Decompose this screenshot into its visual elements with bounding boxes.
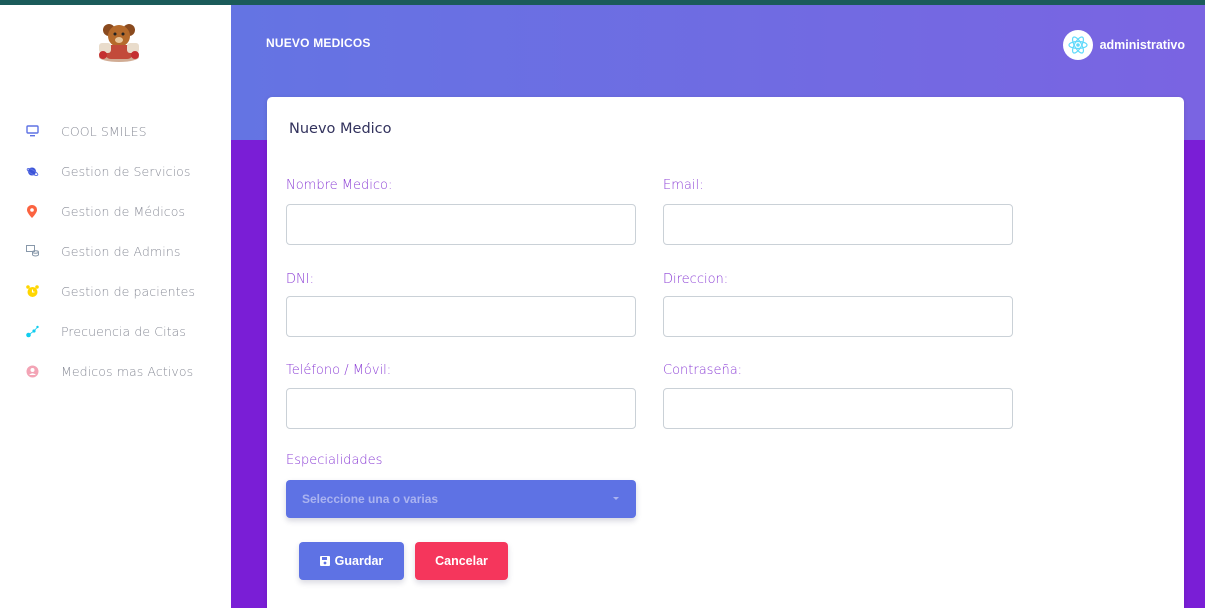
- sidebar-item-label: Precuencia de Citas: [61, 323, 187, 339]
- sidebar-item-label: Gestion de pacientes: [61, 283, 196, 299]
- chart-icon: [25, 324, 39, 338]
- nombre-input[interactable]: [286, 204, 636, 245]
- sidebar-item-pacientes[interactable]: Gestion de pacientes: [0, 271, 231, 311]
- sidebar-item-medicos[interactable]: Gestion de Médicos: [0, 191, 231, 231]
- monitor-icon: [25, 124, 39, 138]
- user-name: administrativo: [1099, 38, 1185, 52]
- top-strip: [0, 0, 1205, 5]
- dni-label: DNI:: [286, 272, 314, 287]
- sidebar-nav: COOL SMILES Gestion de Servicios Gestion…: [0, 111, 231, 391]
- user-icon: [25, 364, 39, 378]
- sidebar-item-servicios[interactable]: Gestion de Servicios: [0, 151, 231, 191]
- pin-icon: [25, 204, 39, 218]
- select-placeholder: Seleccione una o varias: [302, 492, 439, 506]
- password-label: Contraseña:: [663, 363, 743, 378]
- teddy-bear-logo[interactable]: [93, 21, 145, 63]
- card-title: Nuevo Medico: [289, 121, 392, 137]
- sidebar-item-admins[interactable]: Gestion de Admins: [0, 231, 231, 271]
- sidebar: COOL SMILES Gestion de Servicios Gestion…: [0, 5, 231, 608]
- user-menu[interactable]: administrativo: [1062, 30, 1185, 60]
- admin-icon: [25, 244, 39, 258]
- planet-icon: [25, 164, 39, 178]
- alarm-icon: [25, 284, 39, 298]
- save-button[interactable]: Guardar: [299, 542, 404, 580]
- especialidades-label: Especialidades: [286, 453, 383, 468]
- dni-input[interactable]: [286, 296, 636, 337]
- sidebar-item-label: Medicos mas Activos: [61, 363, 194, 379]
- password-input[interactable]: [663, 388, 1013, 429]
- cancel-button[interactable]: Cancelar: [415, 542, 508, 580]
- sidebar-item-label: COOL SMILES: [61, 123, 147, 139]
- sidebar-item-label: Gestion de Médicos: [61, 203, 186, 219]
- sidebar-item-cool-smiles[interactable]: COOL SMILES: [0, 111, 231, 151]
- cancel-button-label: Cancelar: [435, 554, 488, 568]
- sidebar-item-label: Gestion de Admins: [61, 243, 181, 259]
- especialidades-select[interactable]: Seleccione una o varias: [286, 480, 636, 518]
- email-label: Email:: [663, 178, 704, 193]
- telefono-input[interactable]: [286, 388, 636, 429]
- floppy-disk-icon: [319, 556, 330, 566]
- sidebar-item-activos[interactable]: Medicos mas Activos: [0, 351, 231, 391]
- telefono-label: Teléfono / Móvil:: [286, 363, 392, 378]
- sidebar-item-citas[interactable]: Precuencia de Citas: [0, 311, 231, 351]
- caret-down-icon: [613, 497, 619, 500]
- direccion-label: Direccion:: [663, 272, 729, 287]
- nombre-label: Nombre Medico:: [286, 178, 393, 193]
- save-button-label: Guardar: [334, 554, 384, 568]
- sidebar-item-label: Gestion de Servicios: [61, 163, 191, 179]
- react-atom-icon: [1067, 36, 1088, 54]
- avatar: [1062, 30, 1093, 60]
- email-input[interactable]: [663, 204, 1013, 245]
- new-medico-card: Nuevo Medico Nombre Medico: Email: DNI: …: [267, 97, 1184, 608]
- page-title: NUEVO MEDICOS: [266, 36, 371, 50]
- direccion-input[interactable]: [663, 296, 1013, 337]
